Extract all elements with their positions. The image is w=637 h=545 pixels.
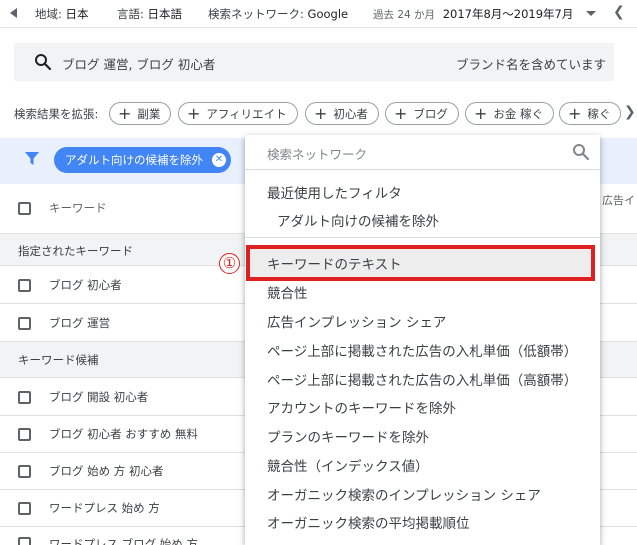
brand-toggle[interactable]: ブランド名を含めています xyxy=(456,54,606,73)
chip-label: アフィリエイト xyxy=(206,106,287,121)
network-setting[interactable]: 検索ネットワーク: Google xyxy=(208,6,348,22)
keyword-search-bar[interactable]: ブログ 運営, ブログ 初心者 ブランド名を含めています xyxy=(14,43,614,81)
keyword-text: ブログ 始め 方 初心者 xyxy=(49,464,164,478)
period-setting[interactable]: 過去 24 か月 2017年8月～2019年7月 xyxy=(373,6,573,22)
chevron-right-icon[interactable]: ❯ xyxy=(624,104,636,120)
keyword-text: ブログ 開設 初心者 xyxy=(49,390,149,404)
top-settings-bar: 地域: 日本 言語: 日本語 検索ネットワーク: Google 過去 24 か月… xyxy=(0,0,637,28)
expand-chip[interactable]: + 稼ぐ xyxy=(559,102,622,125)
keyword-text: ワードプレス ブログ 始め 方 xyxy=(49,537,198,545)
chip-label: ブログ xyxy=(413,106,448,121)
plus-icon: + xyxy=(187,103,201,123)
plus-icon: + xyxy=(118,103,132,123)
filter-option-competition-index[interactable]: 競合性（インデックス値） xyxy=(267,455,429,475)
network-label: 検索ネットワーク: xyxy=(208,7,304,21)
network-value: Google xyxy=(307,7,349,21)
period-dropdown-icon[interactable] xyxy=(586,11,596,16)
keyword-text: ブログ 運営 xyxy=(49,316,111,330)
row-checkbox[interactable] xyxy=(18,502,31,515)
search-query[interactable]: ブログ 運営, ブログ 初心者 xyxy=(62,54,215,73)
region-value: 日本 xyxy=(65,7,89,21)
expand-chip[interactable]: + ブログ xyxy=(385,102,459,125)
ad-column-header[interactable]: 広告イ xyxy=(602,192,635,208)
plus-icon: + xyxy=(568,103,582,123)
remove-filter-icon[interactable]: ✕ xyxy=(212,153,226,167)
filter-search-input[interactable]: 検索ネットワーク xyxy=(267,144,367,163)
plus-icon: + xyxy=(474,103,488,123)
select-all-checkbox[interactable] xyxy=(18,202,31,215)
chip-label: 初心者 xyxy=(333,106,368,121)
active-filter-label: アダルト向けの候補を除外 xyxy=(65,153,203,167)
region-label: 地域: xyxy=(35,7,62,21)
filter-option-top-bid-high[interactable]: ページ上部に掲載された広告の入札単価（高額帯） xyxy=(267,369,577,389)
plus-icon: + xyxy=(394,103,408,123)
expand-chip[interactable]: + アフィリエイト xyxy=(178,102,298,125)
language-label: 言語: xyxy=(117,7,144,21)
language-setting[interactable]: 言語: 日本語 xyxy=(117,6,182,22)
divider xyxy=(245,169,600,170)
collapse-left-icon[interactable] xyxy=(10,8,17,18)
period-label: 過去 24 か月 xyxy=(373,9,436,21)
filter-option-top-bid-low[interactable]: ページ上部に掲載された広告の入札単価（低額帯） xyxy=(267,340,577,360)
row-checkbox[interactable] xyxy=(18,428,31,441)
period-value: 2017年8月～2019年7月 xyxy=(442,7,574,21)
row-checkbox[interactable] xyxy=(18,465,31,478)
section-title: キーワード候補 xyxy=(18,353,99,367)
expand-chip[interactable]: + 副業 xyxy=(109,102,172,125)
annotation-marker: ① xyxy=(219,253,240,274)
expand-label: 検索結果を拡張: xyxy=(14,107,99,121)
row-checkbox[interactable] xyxy=(18,537,31,545)
chip-label: 副業 xyxy=(137,106,161,121)
filter-option-exclude-plan-keywords[interactable]: プランのキーワードを除外 xyxy=(267,426,429,446)
expand-results-row: 検索結果を拡張: + 副業 + アフィリエイト + 初心者 + ブログ + お金 稼ぐ +… xyxy=(0,100,637,128)
row-checkbox[interactable] xyxy=(18,279,31,292)
search-icon xyxy=(35,54,52,71)
divider xyxy=(245,237,600,238)
filter-option-competition[interactable]: 競合性 xyxy=(267,282,308,302)
region-setting[interactable]: 地域: 日本 xyxy=(35,6,89,22)
chip-label: お金 稼ぐ xyxy=(493,106,544,121)
chevron-left-icon[interactable]: ❮ xyxy=(613,4,625,20)
search-icon xyxy=(573,144,590,161)
expand-chip[interactable]: + お金 稼ぐ xyxy=(465,102,555,125)
filter-dropdown-panel: 検索ネットワーク 最近使用したフィルタ アダルト向けの候補を除外 キーワードのテ… xyxy=(245,135,600,545)
row-checkbox[interactable] xyxy=(18,391,31,404)
recent-filter-item[interactable]: アダルト向けの候補を除外 xyxy=(277,210,439,230)
filter-option-organic-impression-share[interactable]: オーガニック検索のインプレッション シェア xyxy=(267,484,541,504)
chip-label: 稼ぐ xyxy=(587,106,611,121)
keyword-text: ブログ 初心者 xyxy=(49,278,122,292)
keyword-text: ブログ 初心者 おすすめ 無料 xyxy=(49,427,198,441)
keyword-column-header[interactable]: キーワード xyxy=(49,200,107,216)
filter-option-impression-share[interactable]: 広告インプレッション シェア xyxy=(267,311,446,331)
language-value: 日本語 xyxy=(147,7,183,21)
filter-option-exclude-account-keywords[interactable]: アカウントのキーワードを除外 xyxy=(267,397,456,417)
row-checkbox[interactable] xyxy=(18,317,31,330)
filter-option-organic-avg-position[interactable]: オーガニック検索の平均掲載順位 xyxy=(267,512,470,532)
filter-option-keyword-text[interactable]: キーワードのテキスト xyxy=(267,253,402,273)
filter-funnel-icon[interactable] xyxy=(25,152,39,166)
plus-icon: + xyxy=(314,103,328,123)
keyword-text: ワードプレス 始め 方 xyxy=(49,501,160,515)
expand-chip[interactable]: + 初心者 xyxy=(305,102,379,125)
active-filter-chip[interactable]: アダルト向けの候補を除外 ✕ xyxy=(54,147,231,173)
section-title: 指定されたキーワード xyxy=(18,244,133,258)
recent-filters-heading: 最近使用したフィルタ xyxy=(267,186,402,202)
